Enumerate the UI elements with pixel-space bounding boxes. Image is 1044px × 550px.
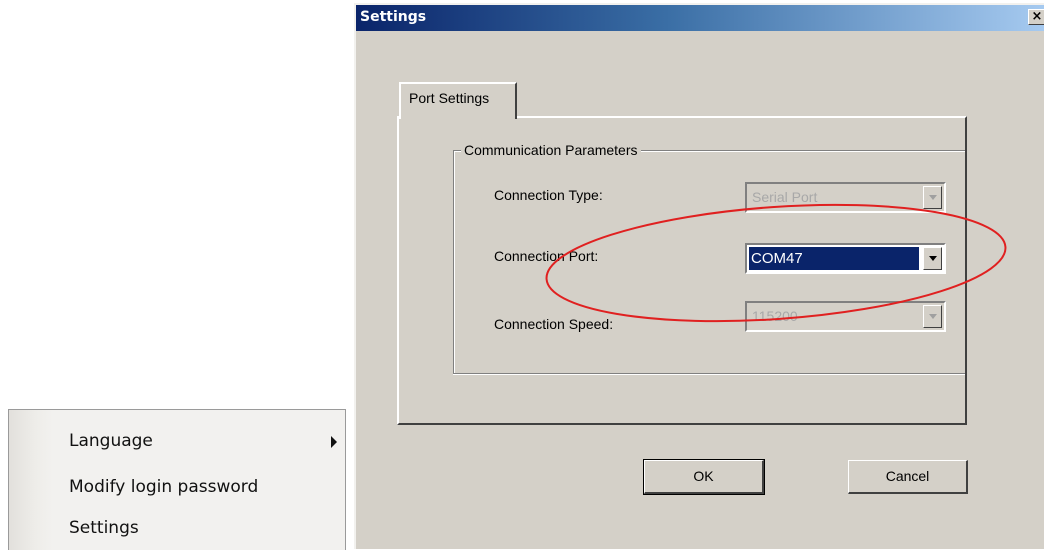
context-menu: Language Modify login password Settings — [8, 409, 346, 550]
dialog-title: Settings — [360, 9, 427, 25]
close-icon: × — [1031, 9, 1043, 24]
ok-button[interactable]: OK — [643, 459, 765, 495]
settings-dialog: Settings × Port Settings Communication P… — [354, 3, 1044, 549]
dialog-titlebar[interactable]: Settings × — [356, 5, 1044, 31]
menu-item-label: Modify login password — [69, 477, 259, 497]
context-menu-icon-strip — [9, 410, 53, 550]
menu-item-settings[interactable]: Settings — [69, 511, 139, 545]
submenu-arrow-icon — [331, 436, 337, 448]
chevron-down-icon — [929, 195, 937, 200]
cancel-button[interactable]: Cancel — [848, 460, 968, 494]
menu-item-label: Settings — [69, 518, 139, 538]
close-button[interactable]: × — [1028, 9, 1044, 25]
cancel-button-label: Cancel — [885, 468, 930, 484]
ok-button-label: OK — [693, 468, 714, 484]
group-label: Communication Parameters — [461, 142, 641, 158]
annotation-ellipse — [545, 203, 1007, 323]
red-annotation-ellipse — [545, 203, 1007, 323]
menu-item-modify-login-password[interactable]: Modify login password — [69, 470, 258, 504]
tab-port-settings[interactable]: Port Settings — [399, 82, 517, 119]
menu-item-language[interactable]: Language — [69, 424, 153, 458]
tab-label: Port Settings — [409, 90, 490, 106]
menu-item-label: Language — [69, 431, 153, 451]
